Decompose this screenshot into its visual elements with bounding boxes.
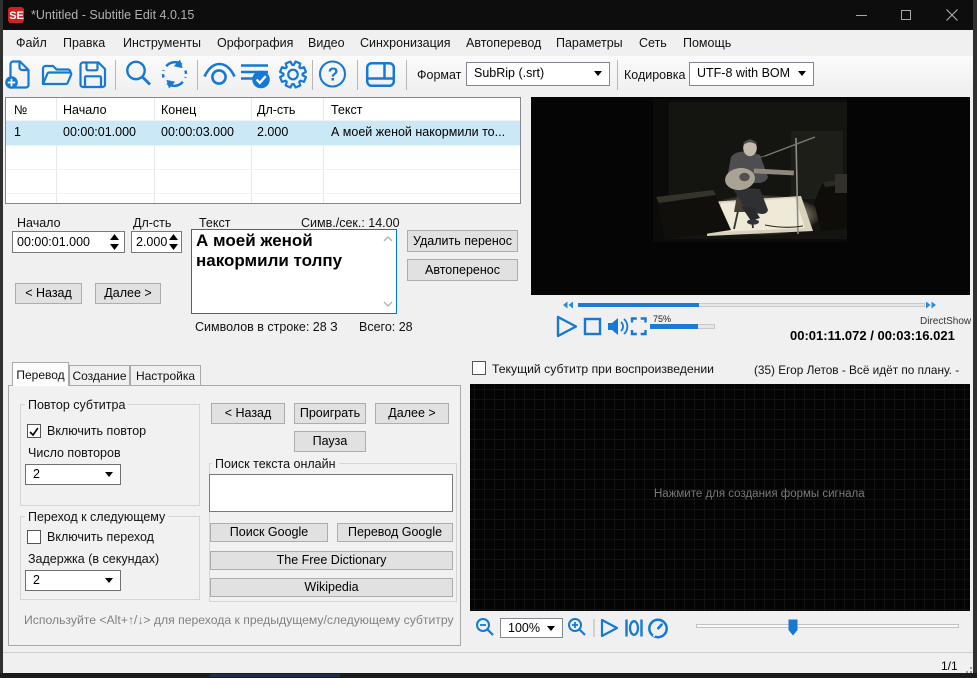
svg-text:SE: SE	[9, 10, 24, 22]
svg-text:?: ?	[328, 65, 339, 85]
